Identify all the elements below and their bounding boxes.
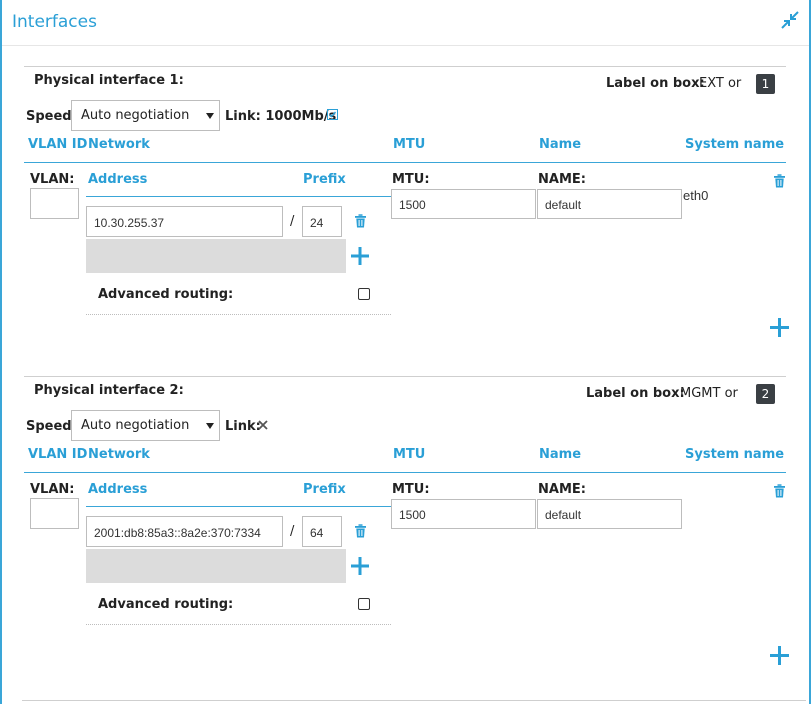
section-divider bbox=[24, 66, 786, 67]
address-pad bbox=[86, 239, 346, 273]
interfaces-panel: Interfaces Physical interface 1: Label o… bbox=[0, 0, 811, 704]
section-divider bbox=[22, 700, 806, 701]
link-speed: 1000Mb/s bbox=[265, 109, 337, 124]
collapse-icon[interactable] bbox=[780, 10, 800, 30]
label-on-box-value: MGMT or bbox=[680, 386, 738, 401]
trash-icon[interactable] bbox=[354, 214, 367, 228]
prefix-input[interactable]: 24 bbox=[302, 206, 342, 237]
trash-icon[interactable] bbox=[354, 524, 367, 538]
dotted-divider bbox=[86, 314, 391, 315]
name-label: NAME: bbox=[538, 482, 586, 497]
address-label: Address bbox=[88, 172, 148, 187]
link-label-text: Link: bbox=[225, 109, 261, 124]
name-label: NAME: bbox=[538, 172, 586, 187]
mtu-label: MTU: bbox=[392, 172, 430, 187]
vlan-input[interactable] bbox=[30, 188, 79, 219]
interface-title: Physical interface 2: bbox=[34, 383, 184, 398]
advanced-routing-checkbox[interactable] bbox=[358, 288, 370, 300]
plus-icon[interactable] bbox=[770, 646, 789, 665]
label-on-box-label: Label on box: bbox=[586, 386, 685, 401]
column-vlan-id: VLAN ID bbox=[28, 137, 88, 152]
name-input[interactable]: default bbox=[537, 499, 682, 529]
trash-icon[interactable] bbox=[773, 484, 786, 498]
panel-header: Interfaces bbox=[2, 0, 809, 46]
chevron-down-icon bbox=[206, 423, 214, 429]
vlan-input[interactable] bbox=[30, 498, 79, 529]
column-system-name: System name bbox=[685, 447, 785, 462]
interface-badge: 1 bbox=[756, 74, 775, 94]
mtu-input[interactable]: 1500 bbox=[391, 499, 536, 529]
column-vlan-id: VLAN ID bbox=[28, 447, 88, 462]
label-on-box-value: EXT or bbox=[699, 76, 742, 91]
plus-icon[interactable] bbox=[351, 557, 369, 575]
link-label: Link: bbox=[225, 419, 261, 434]
header-divider bbox=[24, 162, 786, 163]
trash-icon[interactable] bbox=[773, 174, 786, 188]
panel-title: Interfaces bbox=[12, 12, 97, 32]
address-input[interactable]: 2001:db8:85a3::8a2e:370:7334 bbox=[86, 516, 283, 547]
link-label: Link: 1000Mb/s bbox=[225, 109, 336, 124]
prefix-label: Prefix bbox=[303, 482, 346, 497]
section-divider bbox=[24, 376, 786, 377]
prefix-label: Prefix bbox=[303, 172, 346, 187]
speed-label: Speed: bbox=[26, 419, 77, 434]
advanced-routing-label: Advanced routing: bbox=[98, 287, 234, 302]
address-divider bbox=[86, 196, 391, 197]
vlan-label: VLAN: bbox=[30, 172, 75, 187]
close-icon bbox=[258, 420, 268, 430]
column-network: Network bbox=[88, 137, 150, 152]
name-input[interactable]: default bbox=[537, 189, 682, 219]
address-input[interactable]: 10.30.255.37 bbox=[86, 206, 283, 237]
mtu-label: MTU: bbox=[392, 482, 430, 497]
system-name-value: eth0 bbox=[683, 188, 709, 203]
address-pad bbox=[86, 549, 346, 583]
advanced-routing-label: Advanced routing: bbox=[98, 597, 234, 612]
advanced-routing-checkbox[interactable] bbox=[358, 598, 370, 610]
prefix-separator: / bbox=[290, 524, 295, 539]
plus-icon[interactable] bbox=[351, 247, 369, 265]
speed-select[interactable]: Auto negotiation bbox=[71, 410, 220, 441]
label-on-box-label: Label on box: bbox=[606, 76, 705, 91]
speed-select-value: Auto negotiation bbox=[81, 108, 190, 123]
dotted-divider bbox=[86, 624, 391, 625]
prefix-separator: / bbox=[290, 214, 295, 229]
vlan-label: VLAN: bbox=[30, 482, 75, 497]
column-mtu: MTU bbox=[393, 137, 426, 152]
interface-title: Physical interface 1: bbox=[34, 73, 184, 88]
plus-icon[interactable] bbox=[770, 318, 789, 337]
header-divider bbox=[24, 472, 786, 473]
address-label: Address bbox=[88, 482, 148, 497]
checkbox-checked-icon bbox=[327, 109, 338, 120]
prefix-input[interactable]: 64 bbox=[302, 516, 342, 547]
column-system-name: System name bbox=[685, 137, 785, 152]
speed-select[interactable]: Auto negotiation bbox=[71, 100, 220, 131]
column-name: Name bbox=[539, 447, 582, 462]
address-divider bbox=[86, 506, 391, 507]
column-name: Name bbox=[539, 137, 582, 152]
interface-badge: 2 bbox=[756, 384, 775, 404]
chevron-down-icon bbox=[206, 113, 214, 119]
speed-label: Speed: bbox=[26, 109, 77, 124]
column-mtu: MTU bbox=[393, 447, 426, 462]
mtu-input[interactable]: 1500 bbox=[391, 189, 536, 219]
column-network: Network bbox=[88, 447, 150, 462]
speed-select-value: Auto negotiation bbox=[81, 418, 190, 433]
